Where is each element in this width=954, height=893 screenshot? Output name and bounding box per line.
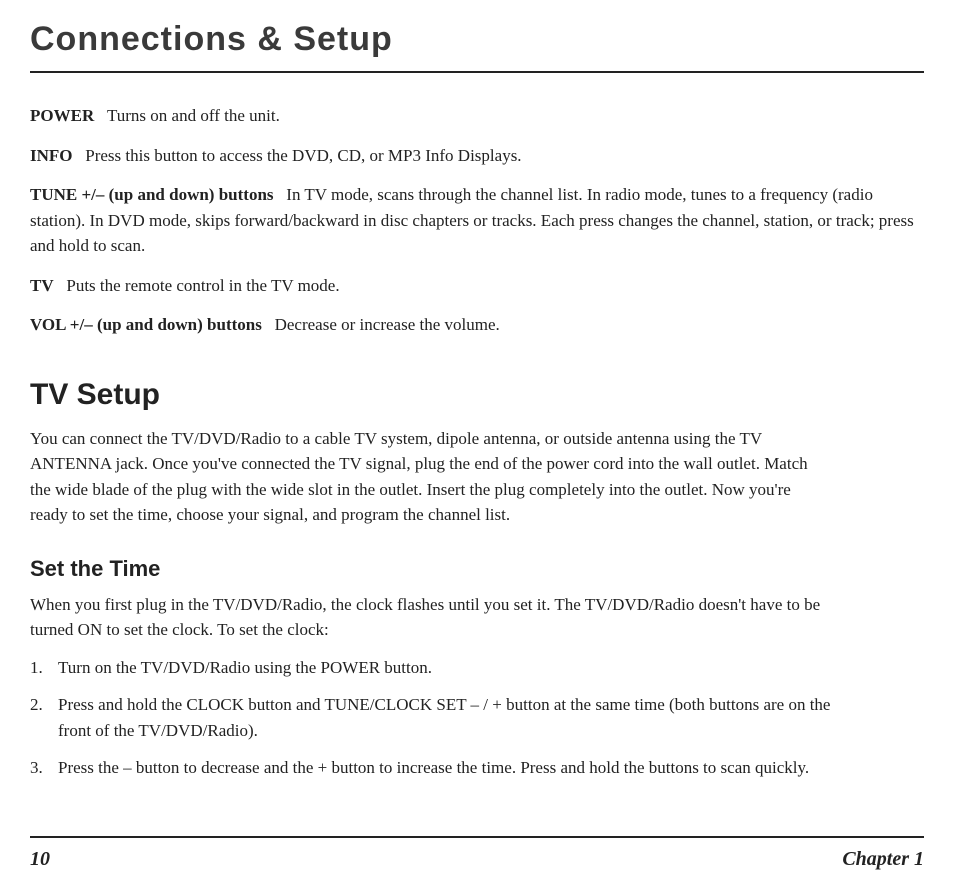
step-item: Turn on the TV/DVD/Radio using the POWER… <box>30 655 850 681</box>
title-rule <box>30 71 924 73</box>
step-item: Press and hold the CLOCK button and TUNE… <box>30 692 850 743</box>
subsection-intro: When you first plug in the TV/DVD/Radio,… <box>30 592 830 643</box>
definitions-list: POWER Turns on and off the unit. INFO Pr… <box>30 103 924 338</box>
chapter-label: Chapter 1 <box>842 848 924 871</box>
page-title: Connections & Setup <box>30 20 924 59</box>
definition-item: TUNE +/– (up and down) buttons In TV mod… <box>30 182 924 259</box>
definition-term: INFO <box>30 146 73 165</box>
definition-desc: Press this button to access the DVD, CD,… <box>85 146 521 165</box>
page-number: 10 <box>30 848 50 871</box>
section-paragraph: You can connect the TV/DVD/Radio to a ca… <box>30 426 830 528</box>
definition-term: POWER <box>30 106 94 125</box>
definition-term: TUNE +/– (up and down) buttons <box>30 185 274 204</box>
definition-item: TV Puts the remote control in the TV mod… <box>30 273 924 299</box>
footer-rule <box>30 836 924 838</box>
definition-desc: Puts the remote control in the TV mode. <box>66 276 339 295</box>
definition-item: INFO Press this button to access the DVD… <box>30 143 924 169</box>
definition-desc: Decrease or increase the volume. <box>275 315 500 334</box>
definition-term: TV <box>30 276 54 295</box>
steps-list: Turn on the TV/DVD/Radio using the POWER… <box>30 655 850 781</box>
definition-item: VOL +/– (up and down) buttons Decrease o… <box>30 312 924 338</box>
section-title-tv-setup: TV Setup <box>30 378 924 412</box>
definition-item: POWER Turns on and off the unit. <box>30 103 924 129</box>
subsection-title-set-time: Set the Time <box>30 556 924 582</box>
definition-desc: Turns on and off the unit. <box>107 106 280 125</box>
page-footer: 10 Chapter 1 <box>30 836 924 871</box>
step-item: Press the – button to decrease and the +… <box>30 755 850 781</box>
definition-term: VOL +/– (up and down) buttons <box>30 315 262 334</box>
